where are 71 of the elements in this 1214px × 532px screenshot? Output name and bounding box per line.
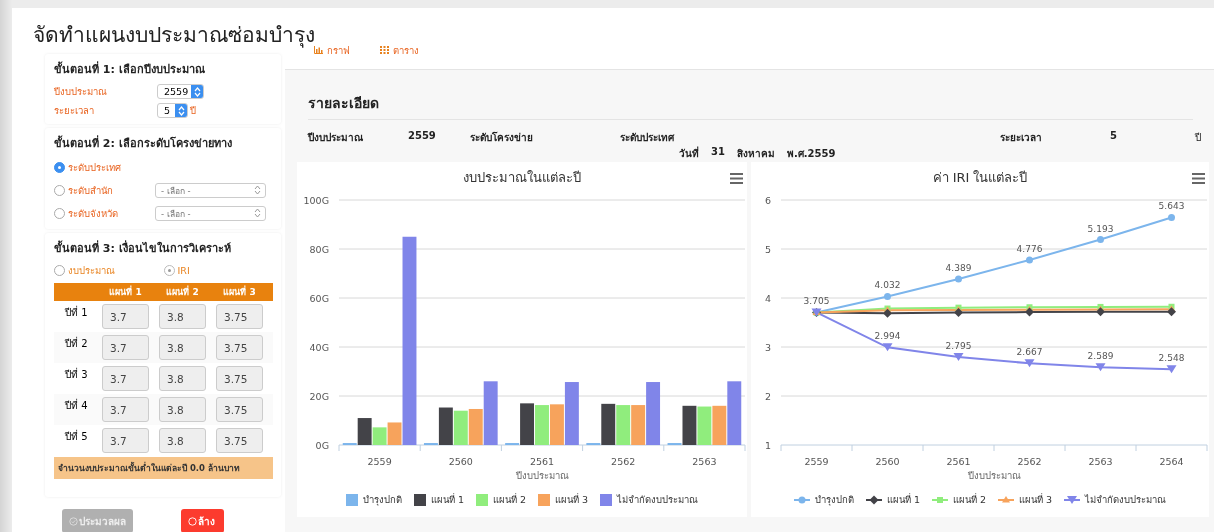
field-label: ปีงบประมาณ: [54, 85, 108, 99]
unit-label: ปี: [190, 104, 196, 118]
field-label: ระดับโครงข่าย: [470, 131, 534, 145]
section-heading: รายละเอียด: [308, 92, 1193, 120]
data-label: 4.776: [1016, 244, 1043, 254]
axis-label: 2563: [1088, 456, 1113, 467]
axis-label: 60G: [309, 293, 329, 304]
data-label: 2.994: [874, 331, 901, 342]
axis-label: 2560: [875, 456, 900, 467]
axis-label: 100G: [303, 195, 329, 206]
data-label: 3.705: [803, 296, 830, 307]
data-label: 2.548: [1158, 353, 1185, 364]
row-label: ปีที่ 4: [63, 397, 89, 413]
axis-label: 2559: [367, 456, 392, 467]
axis-label: 2562: [1017, 456, 1042, 467]
axis-label: 4: [764, 293, 771, 304]
row-label: ปีที่ 1: [63, 304, 89, 320]
info-bar: จำนวนงบประมาณขั้นต่ำในแต่ละปี 0.0 ล้านบาท: [54, 457, 273, 479]
axis-label: 2560: [448, 456, 473, 467]
page-title: จัดทำแผนงบประมาณซ่อมบำรุง: [33, 21, 315, 50]
date-text: 31: [711, 146, 725, 159]
field-value: 2559: [408, 130, 437, 143]
field-value: 5: [1110, 130, 1118, 143]
field-label: ระยะเวลา: [54, 104, 95, 118]
row-label: ปีที่ 3: [63, 366, 89, 382]
data-label: 2.589: [1087, 351, 1114, 362]
date-text: พ.ศ.2559: [786, 147, 836, 161]
step-heading: ขั้นตอนที่ 3: เงื่อนไขในการวิเคราะห์: [54, 239, 232, 257]
field-label: ปีงบประมาณ: [308, 131, 364, 145]
column-header: แผนที่ 1: [108, 285, 143, 299]
data-label: 5.193: [1087, 223, 1114, 234]
radio-label: ระดับประเทศ: [68, 161, 122, 175]
column-header: แผนที่ 3: [222, 285, 257, 299]
axis-label: 5: [764, 244, 771, 255]
axis-label: 2562: [611, 456, 636, 467]
date-text: วันที่: [679, 146, 699, 161]
data-label: 4.032: [874, 280, 901, 291]
data-label: 2.667: [1016, 347, 1043, 358]
axis-label: 1: [764, 440, 771, 451]
axis-label: 20G: [309, 391, 329, 402]
field-label: ระยะเวลา: [1000, 131, 1043, 145]
step-heading: ขั้นตอนที่ 2: เลือกระดับโครงข่ายทาง: [54, 134, 233, 152]
axis-label: 80G: [309, 244, 329, 255]
axis-label: 3: [764, 342, 771, 353]
unit-label: ปี: [1195, 131, 1201, 145]
radio-label: งบประมาณ: [68, 263, 116, 278]
step-heading: ขั้นตอนที่ 1: เลือกปีงบประมาณ: [54, 60, 206, 78]
radio-label: IRI: [177, 264, 191, 276]
column-header: แผนที่ 2: [165, 285, 200, 299]
row-label: ปีที่ 2: [63, 335, 89, 351]
axis-title: ปีงบประมาณ: [967, 470, 1021, 481]
axis-label: 2: [764, 391, 771, 402]
data-label: 4.389: [945, 262, 972, 273]
data-label: 2.795: [945, 341, 972, 352]
axis-label: 2563: [692, 456, 717, 467]
axis-label: 6: [764, 195, 771, 206]
axis-label: 40G: [309, 342, 329, 353]
chart-title: ค่า IRI ในแต่ละปี: [932, 168, 1028, 187]
data-label: 5.643: [1158, 201, 1185, 212]
axis-label: 0G: [315, 440, 329, 451]
axis-label: 2561: [529, 456, 555, 467]
axis-label: 2564: [1159, 456, 1184, 467]
row-label: ปีที่ 5: [63, 428, 89, 444]
field-value: ระดับประเทศ: [620, 131, 676, 145]
axis-label: 2559: [804, 456, 829, 467]
radio-label: ระดับจังหวัด: [68, 207, 119, 221]
date-text: สิงหาคม: [736, 147, 775, 161]
axis-title: ปีงบประมาณ: [515, 470, 569, 481]
radio-label: ระดับสำนัก: [68, 184, 114, 198]
chart-title: งบประมาณในแต่ละปี: [463, 168, 581, 187]
axis-label: 2561: [946, 456, 971, 467]
